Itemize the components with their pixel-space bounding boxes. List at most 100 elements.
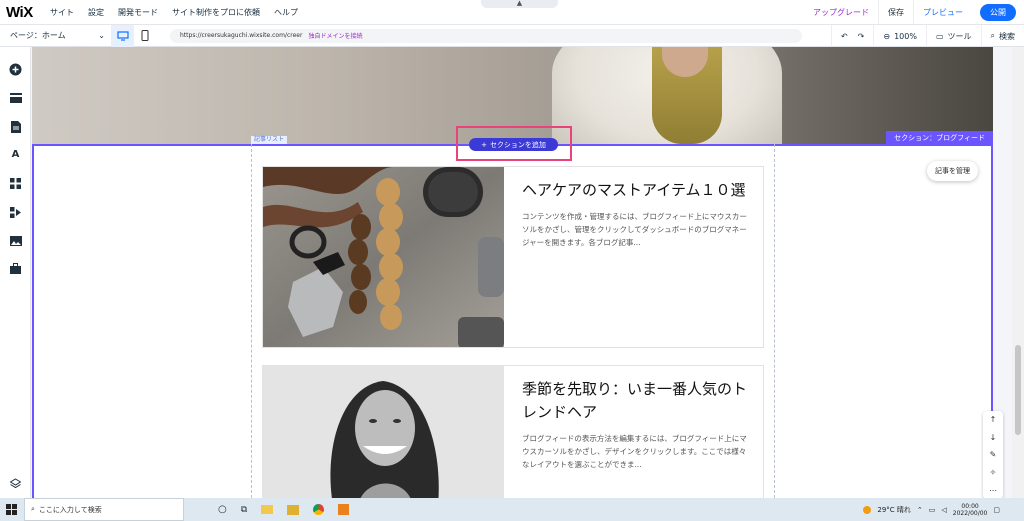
hair-items-illustration bbox=[263, 167, 504, 347]
post-excerpt: ブログフィードの表示方法を編集するには、ブログフィード上にマウスカーソルをかざし… bbox=[522, 434, 747, 469]
editor-canvas[interactable]: セクション：ブログフィード 記事リスト + セクションを追加 記事を管理 ヘアケ… bbox=[32, 47, 993, 498]
taskbar-search[interactable]: ⌕ ここに入力して検索 bbox=[24, 498, 184, 521]
tools-label: ツール bbox=[947, 31, 972, 41]
folder-icon[interactable] bbox=[261, 505, 274, 514]
undo-icon: ↶ bbox=[840, 31, 848, 41]
page-icon bbox=[10, 120, 21, 133]
pen-icon[interactable]: ✎ bbox=[990, 450, 997, 459]
media-tool[interactable] bbox=[8, 233, 23, 248]
chevron-up-icon[interactable]: ⌃ bbox=[917, 506, 923, 514]
undo-button[interactable]: ↶ ↷ bbox=[830, 25, 873, 47]
menu-dev-mode[interactable]: 開発モード bbox=[118, 7, 158, 18]
top-right-actions: アップグレード 保存 プレビュー 公開 bbox=[804, 0, 1024, 24]
desktop-view-toggle[interactable] bbox=[112, 24, 134, 47]
zoom-level: 100% bbox=[894, 31, 917, 41]
post-list-label: 記事リスト bbox=[251, 136, 288, 144]
menu-hire-pro[interactable]: サイト制作をプロに依頼 bbox=[172, 7, 260, 18]
post-image-hair-items[interactable] bbox=[263, 167, 504, 347]
mobile-view-toggle[interactable] bbox=[134, 25, 156, 47]
apps-tool[interactable] bbox=[8, 176, 23, 191]
pages-tool[interactable] bbox=[8, 119, 23, 134]
menu-site[interactable]: サイト bbox=[50, 7, 74, 18]
task-view-icon[interactable]: ⧉ bbox=[241, 505, 247, 515]
image-icon bbox=[9, 235, 22, 246]
weather-text[interactable]: 29°C 晴れ bbox=[877, 505, 911, 515]
chrome-icon[interactable] bbox=[313, 504, 325, 515]
manage-posts-button[interactable]: 記事を管理 bbox=[927, 161, 978, 181]
market-tool[interactable] bbox=[8, 261, 23, 276]
portrait-illustration bbox=[263, 366, 504, 498]
redo-icon[interactable]: ↷ bbox=[858, 32, 865, 41]
taskbar-search-placeholder: ここに入力して検索 bbox=[38, 505, 102, 514]
page-selector[interactable]: ページ：ホーム ⌄ bbox=[0, 24, 112, 47]
business-icon bbox=[10, 207, 21, 218]
windows-taskbar: ⌕ ここに入力して検索 ○ ⧉ 29°C 晴れ ⌃ ▭ ◁ 00:00 2022… bbox=[0, 498, 1024, 521]
file-explorer-icon[interactable] bbox=[287, 504, 300, 515]
top-menu: サイト 設定 開発モード サイト制作をプロに依頼 ヘルプ bbox=[50, 7, 298, 18]
post-image-portrait[interactable] bbox=[263, 366, 504, 498]
blog-post-card[interactable]: ヘアケアのマストアイテム１０選 コンテンツを作成・管理するには、ブログフィード上… bbox=[262, 166, 764, 348]
wand-icon[interactable]: ✧ bbox=[990, 468, 997, 477]
post-text: ヘアケアのマストアイテム１０選 コンテンツを作成・管理するには、ブログフィード上… bbox=[522, 179, 748, 249]
sub-right-actions: ↶ ↷ ⊖ 100% ▭ ツール ⌕ 検索 bbox=[830, 25, 1024, 47]
tools-button[interactable]: ▭ ツール bbox=[925, 25, 981, 47]
add-section-tool[interactable] bbox=[8, 90, 23, 105]
zoom-out-icon: ⊖ bbox=[883, 31, 891, 41]
notification-icon[interactable]: ▢ bbox=[993, 506, 1000, 514]
add-section-button[interactable]: + セクションを追加 bbox=[469, 138, 558, 151]
post-excerpt: コンテンツを作成・管理するには、ブログフィード上にマウスカーソルをかざし、管理を… bbox=[522, 212, 747, 247]
save-button[interactable]: 保存 bbox=[878, 0, 913, 24]
clock-date: 2022/00/00 bbox=[952, 509, 988, 517]
volume-icon[interactable]: ◁ bbox=[941, 506, 946, 514]
weather-sun-icon bbox=[863, 505, 872, 514]
business-tool[interactable] bbox=[8, 205, 23, 220]
chevron-down-icon: ⌄ bbox=[98, 31, 105, 40]
arrow-down-icon[interactable]: ↓ bbox=[990, 433, 997, 442]
blog-post-card[interactable]: 季節を先取り：いま一番人気のトレンドヘア ブログフィードの表示方法を編集するには… bbox=[262, 365, 764, 498]
canvas-scrollbar-thumb[interactable] bbox=[1015, 345, 1021, 435]
post-title[interactable]: ヘアケアのマストアイテム１０選 bbox=[522, 179, 748, 202]
post-text: 季節を先取り：いま一番人気のトレンドヘア ブログフィードの表示方法を編集するには… bbox=[522, 378, 748, 471]
zoom-control[interactable]: ⊖ 100% bbox=[873, 25, 926, 47]
editor-sub-bar: ページ：ホーム ⌄ https://creersukaguchi.wixsite… bbox=[0, 24, 1024, 47]
system-tray: 29°C 晴れ ⌃ ▭ ◁ 00:00 2022/00/00 ▢ bbox=[863, 498, 1000, 521]
clock[interactable]: 00:00 2022/00/00 bbox=[953, 503, 988, 517]
arrow-up-icon[interactable]: ↑ bbox=[990, 415, 997, 424]
menu-help[interactable]: ヘルプ bbox=[274, 7, 298, 18]
windows-start-icon[interactable] bbox=[6, 504, 17, 517]
search-button[interactable]: ⌕ 検索 bbox=[980, 25, 1024, 47]
apps-grid-icon bbox=[10, 178, 21, 189]
preview-button[interactable]: プレビュー bbox=[913, 0, 972, 24]
layers-tool[interactable] bbox=[8, 476, 23, 491]
add-section-label: セクションを追加 bbox=[489, 140, 546, 149]
sections-icon bbox=[9, 92, 22, 103]
editor-top-bar: WiX サイト 設定 開発モード サイト制作をプロに依頼 ヘルプ ▲ アップグレ… bbox=[0, 0, 1024, 25]
site-url-bar[interactable]: https://creersukaguchi.wixsite.com/creer… bbox=[170, 28, 802, 43]
chevron-up-icon: ▲ bbox=[516, 0, 523, 7]
search-icon: ⌕ bbox=[990, 31, 995, 40]
design-tool[interactable]: A bbox=[8, 147, 23, 162]
add-elements-button[interactable] bbox=[8, 62, 23, 77]
network-icon[interactable]: ▭ bbox=[929, 506, 936, 514]
search-label: 検索 bbox=[999, 31, 1015, 41]
wix-logo[interactable]: WiX bbox=[6, 4, 40, 21]
upgrade-link[interactable]: アップグレード bbox=[804, 0, 878, 24]
collapse-toolbar-tab[interactable]: ▲ bbox=[481, 0, 558, 8]
page-selector-label: ページ：ホーム bbox=[10, 31, 66, 40]
desktop-icon bbox=[117, 30, 129, 41]
post-title[interactable]: 季節を先取り：いま一番人気のトレンドヘア bbox=[522, 378, 748, 424]
font-style-icon: A bbox=[11, 149, 20, 160]
section-label[interactable]: セクション：ブログフィード bbox=[886, 131, 993, 144]
plus-circle-icon bbox=[9, 63, 22, 76]
cortana-icon[interactable]: ○ bbox=[218, 504, 227, 515]
connect-domain-link[interactable]: 独自ドメインを接続 bbox=[308, 31, 362, 40]
more-icon[interactable]: ⋯ bbox=[989, 486, 997, 495]
media-app-icon[interactable] bbox=[338, 504, 350, 515]
publish-button[interactable]: 公開 bbox=[980, 3, 1016, 21]
right-mini-toolbar: ↑ ↓ ✎ ✧ ⋯ bbox=[983, 411, 1003, 499]
taskbar-apps: ○ ⧉ bbox=[218, 504, 350, 515]
menu-settings[interactable]: 設定 bbox=[88, 7, 104, 18]
plus-icon: + bbox=[481, 140, 487, 149]
search-icon: ⌕ bbox=[31, 505, 35, 513]
briefcase-icon bbox=[10, 263, 21, 274]
